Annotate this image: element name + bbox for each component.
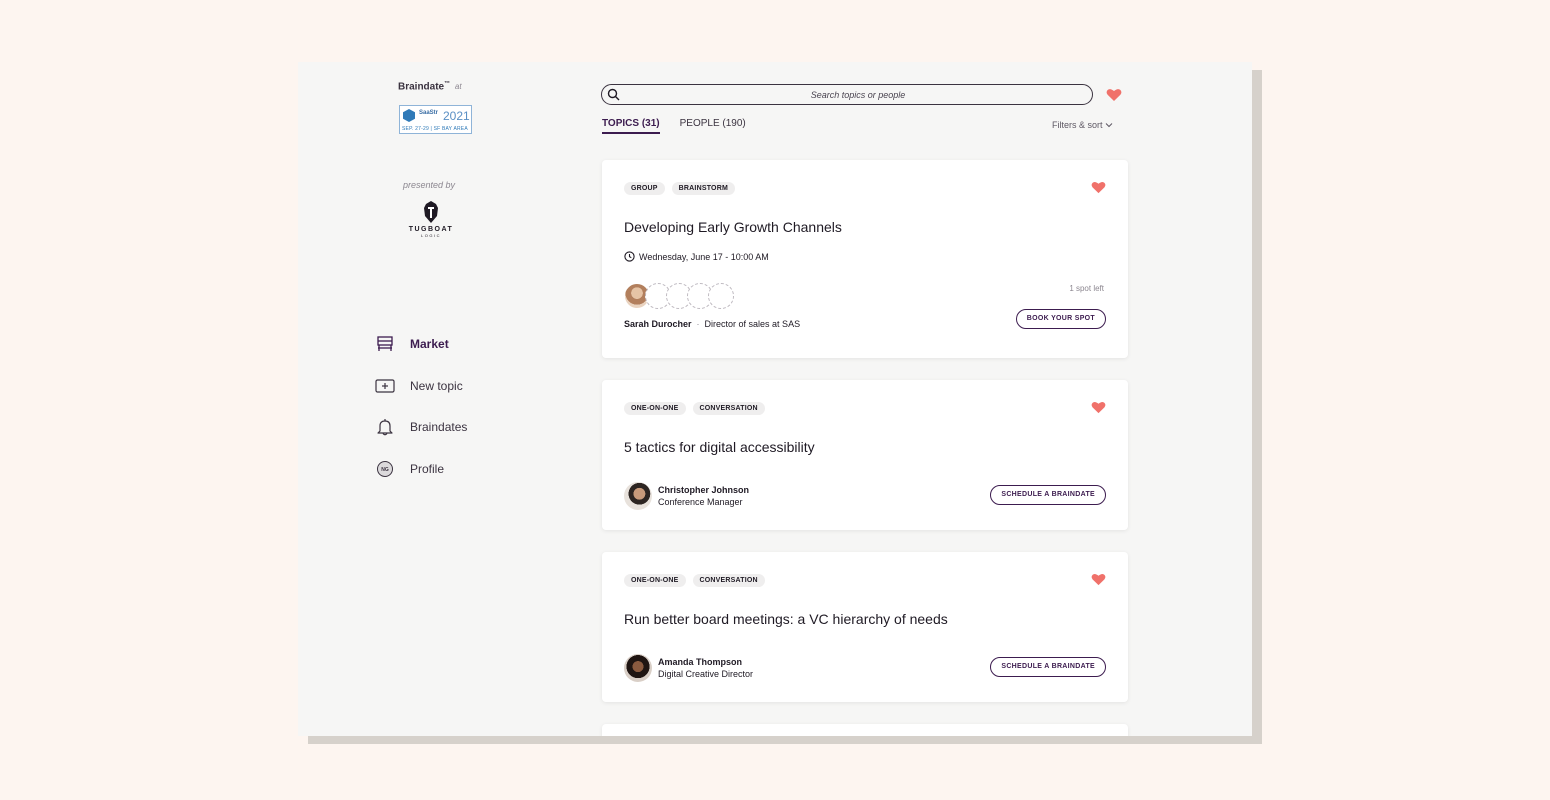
host-role: Director of sales at SAS (704, 319, 801, 329)
card-tags: ONE-ON-ONE CONVERSATION (624, 402, 772, 415)
sidebar-item-profile[interactable]: NG Profile (374, 459, 467, 479)
heart-icon[interactable] (1091, 573, 1106, 586)
tag-badge: CONVERSATION (692, 574, 765, 587)
bell-icon (374, 417, 396, 437)
sidebar-item-label: Market (410, 337, 449, 351)
search-bar[interactable] (601, 84, 1093, 105)
favorites-heart-icon[interactable] (1106, 88, 1122, 102)
tab-topics[interactable]: TOPICS (31) (602, 118, 660, 134)
card-datetime-text: Wednesday, June 17 - 10:00 AM (639, 251, 769, 262)
schedule-braindate-button[interactable]: SCHEDULE A BRAINDATE (990, 485, 1106, 505)
filters-sort-label: Filters & sort (1052, 120, 1103, 130)
sidebar-item-new-topic[interactable]: New topic (374, 376, 467, 396)
card-title[interactable]: Developing Early Growth Channels (624, 219, 842, 235)
avatar (624, 654, 652, 682)
chevron-down-icon (1105, 123, 1113, 128)
sidebar-item-label: Profile (410, 462, 445, 476)
avatar-initials-icon: NG (374, 459, 396, 479)
card-tags: GROUP BRAINSTORM (624, 182, 742, 195)
sponsor-sub: LOGIC (421, 233, 441, 238)
tag-badge: ONE-ON-ONE (624, 402, 686, 415)
spots-left: 1 spot left (1069, 284, 1104, 293)
host-name: Christopher Johnson (658, 485, 750, 495)
tab-bar: TOPICS (31) PEOPLE (190) (602, 118, 766, 134)
tag-badge: GROUP (624, 182, 665, 195)
tag-badge: BRAINSTORM (671, 182, 735, 195)
host-line: Sarah Durocher · Director of sales at SAS (624, 319, 801, 329)
event-year: 2021 (443, 109, 470, 123)
tag-badge: CONVERSATION (692, 402, 765, 415)
presented-by-label: presented by (403, 180, 456, 190)
card-title[interactable]: 5 tactics for digital accessibility (624, 439, 815, 455)
card-datetime: Wednesday, June 17 - 10:00 AM (624, 251, 769, 262)
plus-box-icon (374, 376, 396, 396)
sponsor-name: TUGBOAT (408, 226, 454, 233)
filters-sort-dropdown[interactable]: Filters & sort (1052, 120, 1113, 130)
sidebar-item-braindates[interactable]: Braindates (374, 417, 467, 437)
app-window: Braindate™ at SaaStr 2021 SEP. 27-29 | S… (298, 62, 1252, 736)
brand-trademark: ™ (444, 81, 451, 87)
sidebar-nav: Market New topic Braindates NG Profile (374, 334, 467, 501)
topic-card[interactable]: ONE-ON-ONE CONVERSATION 5 tactics for di… (602, 380, 1128, 530)
sidebar-item-market[interactable]: Market (374, 334, 467, 354)
tugboat-shield-icon (424, 201, 438, 223)
sidebar-item-label: Braindates (410, 420, 468, 434)
schedule-braindate-button[interactable]: SCHEDULE A BRAINDATE (990, 657, 1106, 677)
heart-icon[interactable] (1091, 401, 1106, 414)
profile-initials: NG (381, 467, 389, 473)
sidebar-item-label: New topic (410, 379, 463, 393)
search-input[interactable] (626, 86, 1090, 104)
sponsor-logo: TUGBOAT LOGIC (406, 200, 456, 238)
empty-seat (708, 283, 734, 309)
braindate-logo: Braindate™ at (398, 81, 462, 92)
host-info[interactable]: Amanda Thompson Digital Creative Directo… (624, 654, 753, 682)
host-name[interactable]: Sarah Durocher (624, 319, 692, 329)
topic-card[interactable]: GROUP BRAINSTORM Developing Early Growth… (602, 160, 1128, 358)
book-spot-button[interactable]: BOOK YOUR SPOT (1015, 309, 1106, 329)
card-title[interactable]: Run better board meetings: a VC hierarch… (624, 611, 948, 627)
topic-card[interactable]: ONE-ON-ONE CONVERSATION Run better board… (602, 552, 1128, 702)
heart-icon[interactable] (1091, 181, 1106, 194)
card-tags: ONE-ON-ONE CONVERSATION (624, 574, 772, 587)
host-info[interactable]: Christopher Johnson Conference Manager (624, 482, 749, 510)
event-name: SaaStr (419, 110, 439, 116)
host-role: Conference Manager (658, 497, 743, 507)
event-hexagon-icon (403, 109, 415, 122)
search-icon (607, 88, 620, 101)
host-role: Digital Creative Director (658, 669, 754, 679)
tag-badge: ONE-ON-ONE (624, 574, 686, 587)
event-logo: SaaStr 2021 SEP. 27-29 | SF BAY AREA (399, 105, 472, 134)
brand-at: at (454, 82, 462, 92)
topic-card[interactable] (602, 724, 1128, 736)
tab-people[interactable]: PEOPLE (190) (680, 118, 746, 134)
clock-icon (624, 251, 635, 262)
avatar (624, 482, 652, 510)
market-icon (374, 334, 396, 354)
host-name: Amanda Thompson (658, 657, 743, 667)
participant-avatars (624, 283, 734, 309)
brand-name: Braindate (398, 81, 445, 93)
event-subtitle: SEP. 27-29 | SF BAY AREA (402, 126, 468, 132)
